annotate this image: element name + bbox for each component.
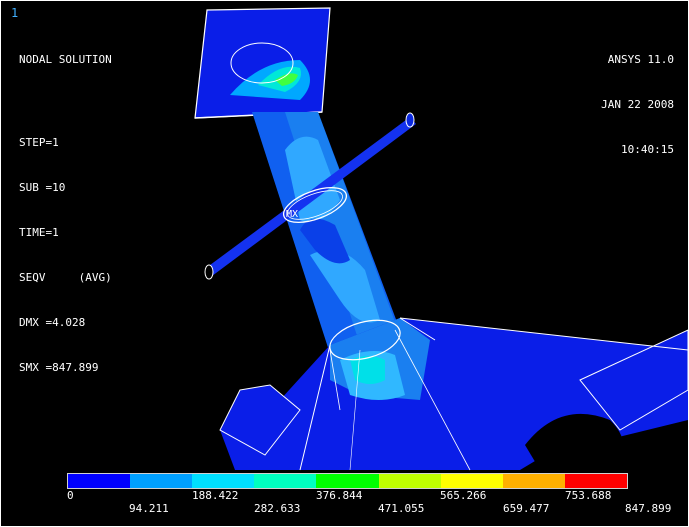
legend-swatch xyxy=(316,474,379,488)
contour-legend-bar xyxy=(67,473,628,489)
program-header: ANSYS 11.0 JAN 22 2008 10:40:15 xyxy=(601,22,674,187)
legend-swatch xyxy=(130,474,193,488)
legend-label: 471.055 xyxy=(378,502,425,515)
quantity-label: SEQV (AVG) xyxy=(19,271,112,284)
step-label: STEP=1 xyxy=(19,136,59,149)
legend-label: 659.477 xyxy=(503,502,550,515)
legend-label: 282.633 xyxy=(254,502,301,515)
legend-swatch xyxy=(440,474,503,488)
legend-label: 847.899 xyxy=(625,502,672,515)
graphics-viewport[interactable]: MX 1 NODAL SOLUTION STEP=1 SUB =10 TIME=… xyxy=(0,0,689,527)
legend-label: 94.211 xyxy=(129,502,169,515)
time-label: TIME=1 xyxy=(19,226,59,239)
legend-label: 376.844 xyxy=(316,489,363,502)
result-info: NODAL SOLUTION STEP=1 SUB =10 TIME=1 SEQ… xyxy=(19,22,112,405)
legend-label: 753.688 xyxy=(565,489,612,502)
legend-swatch xyxy=(68,474,131,488)
program-version: ANSYS 11.0 xyxy=(607,53,674,66)
legend-swatch xyxy=(192,474,255,488)
legend-swatch xyxy=(254,474,317,488)
dmx-label: DMX =4.028 xyxy=(19,316,86,329)
legend-label: 565.266 xyxy=(440,489,487,502)
legend-swatch xyxy=(564,474,627,488)
window-number: 1 xyxy=(11,6,19,20)
legend-swatch xyxy=(502,474,565,488)
legend-label: 0 xyxy=(67,489,74,502)
sub-label: SUB =10 xyxy=(19,181,66,194)
legend-swatch xyxy=(378,474,441,488)
legend-label: 188.422 xyxy=(192,489,239,502)
smx-label: SMX =847.899 xyxy=(19,361,99,374)
result-title: NODAL SOLUTION xyxy=(19,53,112,66)
plot-date: JAN 22 2008 xyxy=(601,98,674,111)
plot-time: 10:40:15 xyxy=(621,143,674,156)
